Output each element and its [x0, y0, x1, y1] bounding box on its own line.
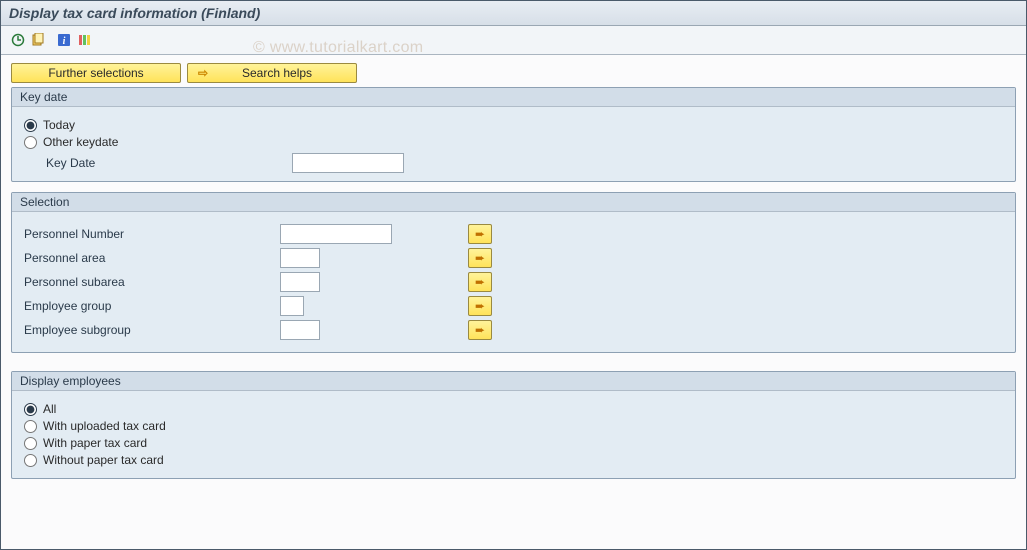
radio-uploaded-label: With uploaded tax card — [43, 419, 166, 433]
radio-uploaded[interactable] — [24, 420, 37, 433]
radio-today-label: Today — [43, 118, 75, 132]
multi-select-personnel-area[interactable]: ➨ — [468, 248, 492, 268]
personnel-area-label: Personnel area — [24, 251, 280, 265]
employee-subgroup-input[interactable] — [280, 320, 320, 340]
personnel-number-input[interactable] — [280, 224, 392, 244]
get-variant-icon[interactable] — [29, 31, 47, 49]
radio-without-label: Without paper tax card — [43, 453, 164, 467]
employee-subgroup-label: Employee subgroup — [24, 323, 280, 337]
multi-select-employee-group[interactable]: ➨ — [468, 296, 492, 316]
radio-without[interactable] — [24, 454, 37, 467]
radio-today[interactable] — [24, 119, 37, 132]
search-helps-label: Search helps — [208, 66, 346, 80]
personnel-area-input[interactable] — [280, 248, 320, 268]
content-area: Further selections ⇨ Search helps Key da… — [1, 55, 1026, 497]
radio-paper[interactable] — [24, 437, 37, 450]
personnel-subarea-label: Personnel subarea — [24, 275, 280, 289]
radio-all[interactable] — [24, 403, 37, 416]
button-row: Further selections ⇨ Search helps — [11, 63, 1016, 83]
further-selections-button[interactable]: Further selections — [11, 63, 181, 83]
further-selections-label: Further selections — [48, 66, 143, 80]
employee-group-input[interactable] — [280, 296, 304, 316]
display-employees-group: Display employees All With uploaded tax … — [11, 371, 1016, 479]
selection-title: Selection — [12, 193, 1015, 212]
radio-other-keydate-label: Other keydate — [43, 135, 118, 149]
personnel-number-label: Personnel Number — [24, 227, 280, 241]
multi-select-personnel-subarea[interactable]: ➨ — [468, 272, 492, 292]
key-date-group: Key date Today Other keydate Key Date — [11, 87, 1016, 182]
selection-group: Selection Personnel Number ➨ Personnel a… — [11, 192, 1016, 353]
info-icon[interactable]: i — [55, 31, 73, 49]
employee-group-label: Employee group — [24, 299, 280, 313]
personnel-subarea-input[interactable] — [280, 272, 320, 292]
toolbar: i — [1, 26, 1026, 55]
execute-icon[interactable] — [9, 31, 27, 49]
page-title: Display tax card information (Finland) — [9, 5, 260, 21]
key-date-field-label: Key Date — [46, 156, 186, 170]
key-date-title: Key date — [12, 88, 1015, 107]
radio-all-label: All — [43, 402, 56, 416]
radio-other-keydate[interactable] — [24, 136, 37, 149]
multi-select-employee-subgroup[interactable]: ➨ — [468, 320, 492, 340]
layout-icon[interactable] — [75, 31, 93, 49]
arrow-right-icon: ⇨ — [198, 66, 208, 80]
svg-text:i: i — [63, 36, 66, 47]
display-employees-title: Display employees — [12, 372, 1015, 391]
search-helps-button[interactable]: ⇨ Search helps — [187, 63, 357, 83]
multi-select-personnel-number[interactable]: ➨ — [468, 224, 492, 244]
key-date-input[interactable] — [292, 153, 404, 173]
title-bar: Display tax card information (Finland) — [1, 1, 1026, 26]
radio-paper-label: With paper tax card — [43, 436, 147, 450]
